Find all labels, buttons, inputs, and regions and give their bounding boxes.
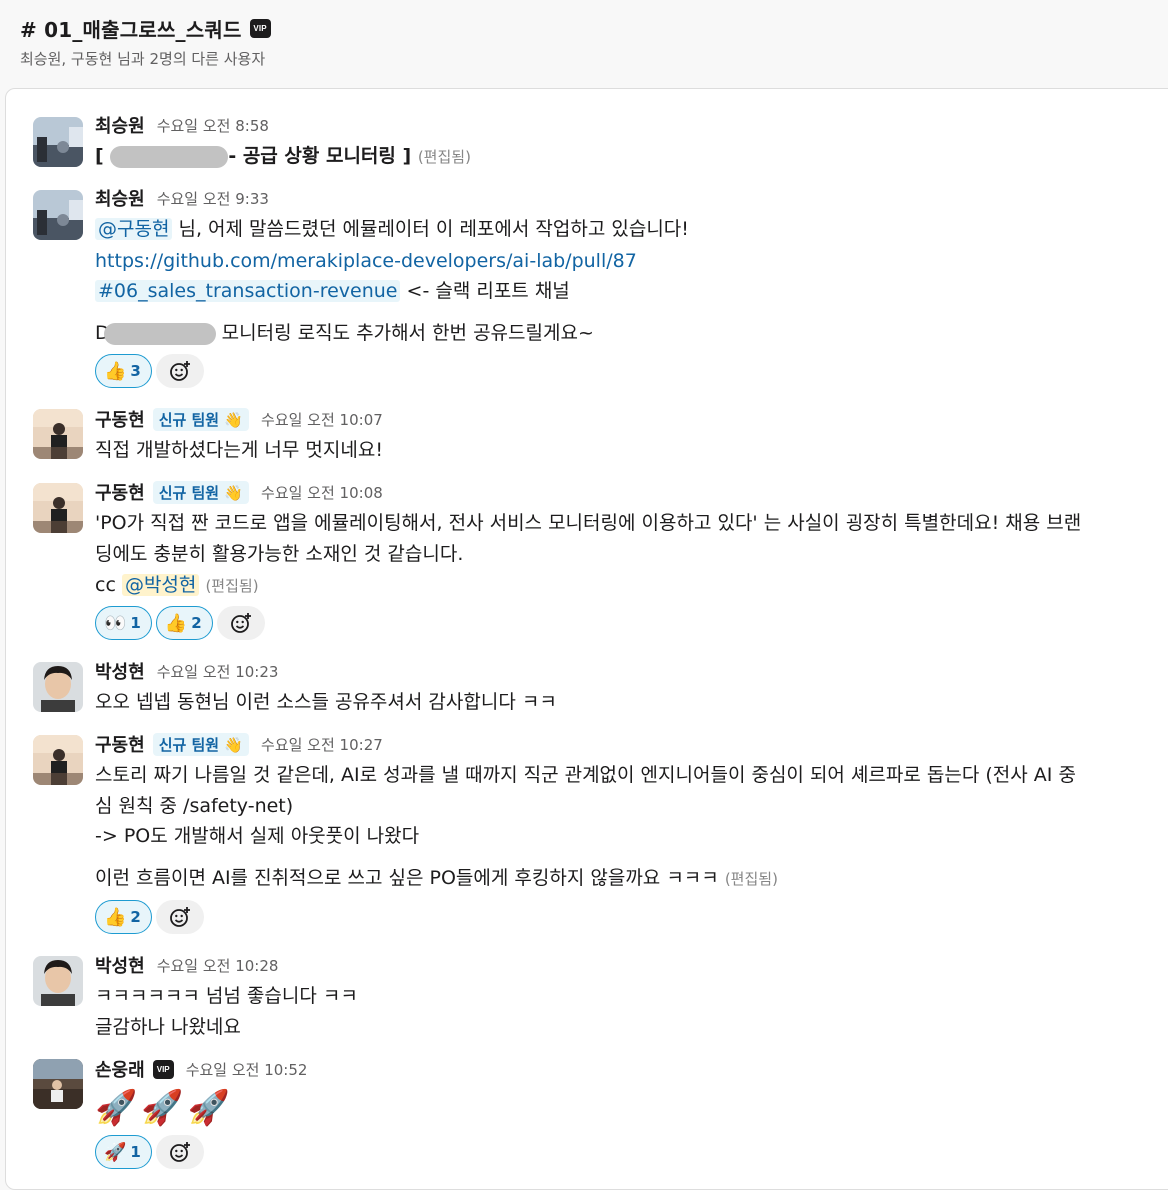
message-text: ㅋㅋㅋㅋㅋㅋ 넘넘 좋습니다 ㅋㅋ	[95, 985, 358, 1007]
author-name[interactable]: 손웅래	[95, 1056, 145, 1082]
message-header: 구동현 신규 팀원 👋 수요일 오전 10:27	[95, 731, 383, 757]
reaction-count: 2	[130, 908, 141, 926]
message-text: 이런 흐름이면 AI를 진취적으로 쓰고 싶은 PO들에게 후킹하지 않을까요 …	[95, 867, 778, 889]
redacted-text	[103, 322, 216, 345]
new-member-tag: 신규 팀원 👋	[152, 732, 250, 756]
user-mention[interactable]: @구동현	[95, 218, 173, 240]
new-member-tag: 신규 팀원 👋	[152, 480, 250, 504]
author-name[interactable]: 최승원	[95, 185, 145, 211]
avatar[interactable]	[33, 117, 83, 167]
author-name[interactable]: 구동현	[95, 731, 145, 757]
reaction-thumbs-up[interactable]: 👍 2	[155, 606, 213, 640]
thumbs-up-icon: 👍	[104, 360, 127, 382]
message-text: cc @박성현 (편집됨)	[95, 574, 259, 596]
add-emoji-icon	[169, 907, 190, 927]
message-text: #06_sales_transaction-revenue <- 슬랙 리포트 …	[95, 276, 570, 306]
reactions: 👍 2	[95, 900, 204, 934]
message-text: -> PO도 개발해서 실제 아웃풋이 나왔다	[95, 825, 420, 847]
timestamp[interactable]: 수요일 오전 9:33	[157, 188, 269, 209]
channel-members[interactable]: 최승원, 구동현 님과 2명의 다른 사용자	[20, 48, 265, 69]
avatar[interactable]	[33, 735, 83, 785]
message-header: 구동현 신규 팀원 👋 수요일 오전 10:08	[95, 479, 383, 505]
avatar[interactable]	[33, 409, 83, 459]
author-name[interactable]: 박성현	[95, 658, 145, 684]
timestamp[interactable]: 수요일 오전 10:07	[261, 409, 383, 430]
reaction-count: 2	[191, 614, 202, 632]
user-mention[interactable]: @박성현	[121, 574, 200, 596]
add-reaction-button[interactable]	[155, 1135, 204, 1169]
message-header: 구동현 신규 팀원 👋 수요일 오전 10:07	[95, 406, 383, 432]
add-reaction-button[interactable]	[216, 606, 265, 640]
timestamp[interactable]: 수요일 오전 8:58	[157, 115, 269, 136]
reaction-thumbs-up[interactable]: 👍 2	[95, 900, 152, 934]
thumbs-up-icon: 👍	[104, 906, 127, 928]
message-text: 🚀🚀🚀	[95, 1088, 235, 1128]
new-member-tag: 신규 팀원 👋	[152, 407, 250, 431]
message-header: 손웅래 VIP 수요일 오전 10:52	[95, 1056, 307, 1082]
channel-mention[interactable]: #06_sales_transaction-revenue	[95, 280, 401, 302]
timestamp[interactable]: 수요일 오전 10:52	[186, 1059, 308, 1080]
message-text: @구동현 님, 어제 말씀드렸던 에뮬레이터 이 레포에서 작업하고 있습니다!	[95, 214, 689, 244]
message-text: 스토리 짜기 나름일 것 같은데, AI로 성과를 낼 때까지 직군 관계없이 …	[95, 764, 1076, 786]
channel-title[interactable]: # 01_매출그로쓰_스쿼드 VIP	[20, 14, 271, 43]
message-header: 최승원 수요일 오전 9:33	[95, 185, 269, 211]
add-reaction-button[interactable]	[155, 900, 204, 934]
message-text: D 모니터링 로직도 추가해서 한번 공유드릴게요~	[95, 322, 594, 345]
rocket-icon: 🚀	[104, 1141, 127, 1163]
redacted-text	[110, 145, 229, 168]
message-text: 글감하나 나왔네요	[95, 1016, 241, 1038]
author-name[interactable]: 최승원	[95, 112, 145, 138]
message-panel: 최승원 수요일 오전 8:58 [ - 공급 상황 모니터링 ] (편집됨) 최…	[5, 88, 1168, 1190]
message-text: 심 원칙 중 /safety-net)	[95, 795, 294, 817]
message-header: 최승원 수요일 오전 8:58	[95, 112, 269, 138]
edited-label: (편집됨)	[724, 870, 778, 888]
author-name[interactable]: 구동현	[95, 479, 145, 505]
reactions: 🚀 1	[95, 1135, 204, 1169]
thumbs-up-icon: 👍	[164, 612, 188, 634]
avatar[interactable]	[33, 190, 83, 240]
message-text: 'PO가 직접 짠 코드로 앱을 에뮬레이팅해서, 전사 서비스 모니터링에 이…	[95, 512, 1082, 534]
add-reaction-button[interactable]	[155, 354, 204, 388]
reaction-count: 1	[130, 1143, 141, 1161]
avatar[interactable]	[33, 956, 83, 1006]
timestamp[interactable]: 수요일 오전 10:28	[157, 955, 279, 976]
message-text: [ - 공급 상황 모니터링 ] (편집됨)	[95, 145, 471, 168]
timestamp[interactable]: 수요일 오전 10:08	[261, 482, 383, 503]
timestamp[interactable]: 수요일 오전 10:23	[157, 661, 279, 682]
add-emoji-icon	[230, 613, 251, 633]
avatar[interactable]	[33, 662, 83, 712]
author-name[interactable]: 구동현	[95, 406, 145, 432]
message-header: 박성현 수요일 오전 10:28	[95, 952, 278, 978]
channel-name[interactable]: # 01_매출그로쓰_스쿼드	[20, 14, 242, 43]
message-header: 박성현 수요일 오전 10:23	[95, 658, 278, 684]
reaction-eyes[interactable]: 👀 1	[95, 606, 152, 640]
message-link: https://github.com/merakiplace-developer…	[95, 246, 637, 276]
reactions: 👀 1 👍 2	[95, 606, 265, 640]
eyes-icon: 👀	[104, 612, 127, 634]
author-name[interactable]: 박성현	[95, 952, 145, 978]
vip-badge: VIP	[152, 1059, 174, 1079]
reaction-rocket[interactable]: 🚀 1	[95, 1135, 152, 1169]
add-emoji-icon	[169, 361, 190, 381]
add-emoji-icon	[169, 1142, 190, 1162]
github-link[interactable]: https://github.com/merakiplace-developer…	[95, 250, 637, 272]
message-text: 오오 넵넵 동현님 이런 소스들 공유주셔서 감사합니다 ㅋㅋ	[95, 691, 557, 713]
avatar[interactable]	[33, 483, 83, 533]
vip-badge: VIP	[249, 19, 271, 38]
channel-header: # 01_매출그로쓰_스쿼드 VIP 최승원, 구동현 님과 2명의 다른 사용…	[0, 0, 1168, 86]
reactions: 👍 3	[95, 354, 204, 388]
reaction-count: 3	[130, 362, 141, 380]
edited-label: (편집됨)	[205, 577, 259, 595]
reaction-thumbs-up[interactable]: 👍 3	[95, 354, 152, 388]
timestamp[interactable]: 수요일 오전 10:27	[261, 734, 383, 755]
avatar[interactable]	[33, 1059, 83, 1109]
message-text: 딩에도 충분히 활용가능한 소재인 것 같습니다.	[95, 543, 464, 565]
edited-label: (편집됨)	[417, 148, 471, 166]
reaction-count: 1	[130, 614, 141, 632]
message-text: 직접 개발하셨다는게 너무 멋지네요!	[95, 439, 383, 461]
